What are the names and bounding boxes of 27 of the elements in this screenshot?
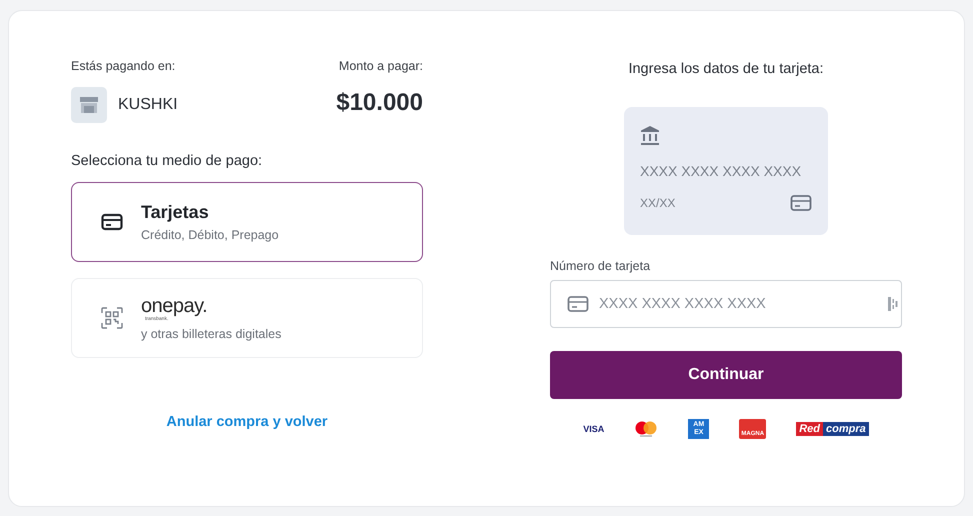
payment-option[interactable]: Tarjetas Crédito, Débito, Prepago — [71, 182, 423, 262]
onepay-logo: onepay. — [141, 296, 208, 316]
store-icon — [71, 87, 107, 123]
amount-value: $10.000 — [336, 89, 423, 117]
bank-icon — [640, 126, 660, 145]
card-icon — [101, 213, 123, 231]
option-subtitle: y otras billeteras digitales — [141, 326, 282, 340]
section-title: Ingresa los datos de tu tarjeta: — [628, 61, 824, 77]
card-icon — [790, 194, 812, 212]
cancel-link[interactable]: Anular compra y volver — [166, 414, 328, 430]
card-number-field[interactable]: XXXX XXXX XXXX XXXX — [550, 280, 902, 328]
expiry-preview: XX/XX — [640, 196, 676, 210]
visa-logo: VISA — [583, 424, 604, 434]
merchant-label: Estás pagando en: — [71, 59, 176, 73]
barcode-icon — [888, 297, 898, 311]
option-title: Tarjetas — [141, 202, 210, 223]
mastercard-logo — [634, 421, 658, 437]
card-number-preview: XXXX XXXX XXXX XXXX — [640, 163, 802, 179]
option-subtitle: Crédito, Débito, Prepago — [141, 228, 279, 242]
field-label: Número de tarjeta — [550, 259, 650, 273]
amount-label: Monto a pagar: — [338, 59, 423, 73]
merchant-name: KUSHKI — [118, 96, 178, 114]
redcompra-logo: Red compra — [796, 422, 869, 436]
card-icon — [567, 295, 589, 313]
qr-code-icon — [101, 307, 123, 329]
section-title: Selecciona tu medio de pago: — [71, 153, 264, 169]
continue-button[interactable]: Continuar — [550, 351, 902, 399]
